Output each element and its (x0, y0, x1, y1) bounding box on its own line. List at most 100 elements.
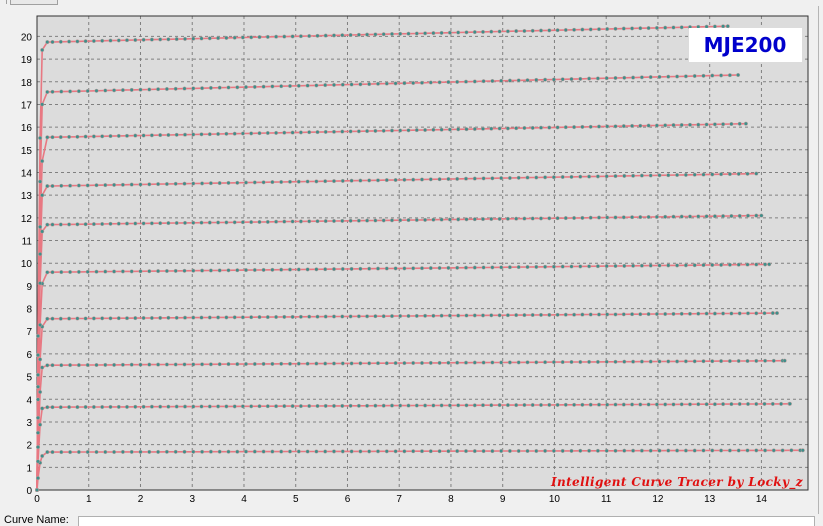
curve-point (481, 449, 486, 454)
curve-point (439, 217, 444, 222)
curve-point (622, 173, 627, 178)
curve-point (472, 360, 477, 365)
curve-point (35, 445, 41, 450)
curve-point (578, 359, 583, 365)
curve-point (543, 264, 548, 269)
curve-point (402, 361, 407, 366)
curve-point (551, 175, 556, 180)
curve-point (129, 182, 134, 187)
curve-point (323, 361, 328, 366)
curve-point (290, 34, 295, 39)
curve-point (226, 180, 231, 185)
curve-point (158, 133, 163, 138)
curve-point (314, 83, 319, 88)
curve-point (431, 31, 436, 36)
curve-point (83, 134, 88, 139)
curve-point (679, 122, 684, 128)
curve-point (525, 175, 530, 180)
curve-point (489, 313, 494, 318)
curve-point (754, 311, 759, 316)
curve-point (671, 402, 676, 407)
curve-point (34, 487, 40, 493)
curve-point (428, 266, 433, 271)
curve-point (663, 25, 668, 30)
curve-point (261, 180, 266, 185)
curve-point (298, 34, 303, 39)
curve-point (604, 264, 609, 269)
curve-point (349, 178, 354, 183)
curve-point (112, 449, 117, 455)
curve-point (588, 27, 593, 32)
curve-point (307, 33, 312, 39)
curve-point (85, 449, 90, 455)
curve-point (199, 404, 204, 409)
y-tick-label: 10 (21, 259, 33, 270)
curve-point (596, 402, 602, 407)
curve-point (604, 359, 609, 364)
curve-point (331, 129, 337, 134)
curve-point (124, 221, 130, 226)
curve-point (560, 77, 565, 82)
x-tick-label: 7 (396, 494, 402, 505)
curve-point (216, 315, 221, 320)
curve-point (489, 216, 494, 222)
curve-point (551, 264, 556, 269)
curve-point (507, 78, 512, 83)
curve-point (59, 450, 64, 455)
curve-point (50, 39, 55, 45)
curve-point (704, 311, 709, 316)
curve-point (534, 175, 539, 180)
curve-point (191, 36, 196, 41)
curve-point (569, 174, 574, 179)
curve-point (631, 173, 636, 178)
curve-point (704, 214, 709, 219)
curve-point (166, 315, 171, 320)
curve-point (356, 403, 361, 408)
curve-point (701, 172, 706, 177)
curve-point (265, 315, 270, 320)
curve-name-field[interactable] (78, 516, 815, 526)
curve-point (59, 183, 64, 188)
curve-point (265, 34, 270, 39)
curve-point (729, 311, 734, 316)
curve-point (604, 174, 609, 179)
y-tick-label: 11 (22, 237, 33, 248)
curve-point (208, 181, 213, 186)
curve-point (38, 252, 43, 257)
curve-point (38, 179, 43, 184)
curve-point (595, 448, 600, 453)
toolbar-button[interactable] (10, 0, 58, 5)
curve-point (100, 134, 105, 139)
curve-point (712, 214, 717, 219)
curve-point (100, 404, 105, 410)
curve-point (596, 215, 602, 220)
curve-point (456, 30, 461, 35)
curve-point (472, 449, 477, 454)
curve-point (447, 127, 452, 132)
curve-point (736, 358, 741, 364)
curve-point (621, 312, 626, 317)
curve-point (129, 269, 134, 274)
curve-point (35, 476, 41, 481)
curve-point (367, 449, 372, 454)
status-bar: Curve Name: (0, 514, 823, 526)
curve-point (595, 264, 600, 269)
curve-point (560, 174, 565, 180)
curve-point (679, 402, 684, 407)
y-tick-label: 1 (26, 463, 32, 474)
curve-point (199, 132, 204, 137)
curve-point (108, 404, 113, 409)
curve-point (787, 401, 792, 406)
curve-point (174, 404, 179, 409)
curve-point (296, 179, 301, 184)
curve-point (147, 449, 152, 454)
curve-point (683, 359, 688, 364)
curve-point (358, 449, 363, 454)
curve-point (257, 315, 262, 320)
curve-point (252, 361, 257, 367)
curve-point (257, 404, 262, 409)
curve-point (472, 403, 477, 408)
curve-point (182, 404, 188, 409)
curve-point (315, 33, 320, 38)
curve-point (314, 449, 319, 454)
